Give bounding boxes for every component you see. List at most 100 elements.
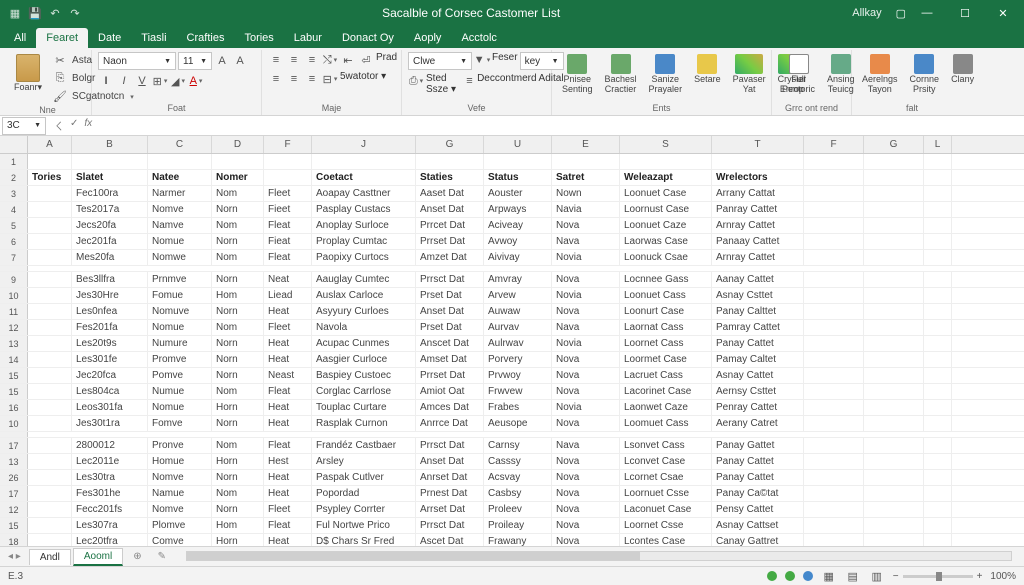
align-top-icon[interactable]: ≡ xyxy=(268,52,284,68)
cell[interactable] xyxy=(212,154,264,169)
cell[interactable] xyxy=(804,470,864,485)
cell[interactable]: Panay Cattet xyxy=(712,470,804,485)
cell[interactable] xyxy=(924,352,952,367)
cell[interactable]: Nova xyxy=(552,416,620,431)
insert-button[interactable]: Full Pentoric xyxy=(778,52,819,97)
row-header[interactable]: 13 xyxy=(0,336,28,351)
fx-icon[interactable]: fx xyxy=(84,118,92,133)
tab-date[interactable]: Date xyxy=(88,28,131,48)
cell[interactable]: Panay Ca©tat xyxy=(712,486,804,501)
align-center-icon[interactable]: ≡ xyxy=(286,71,302,87)
cell[interactable]: Asnay Cattet xyxy=(712,368,804,383)
cell[interactable]: Amset Dat xyxy=(416,352,484,367)
cell[interactable]: Anset Dat xyxy=(416,202,484,217)
tab-fearet[interactable]: Fearet xyxy=(36,28,88,48)
formula-input[interactable] xyxy=(98,117,1024,135)
cell[interactable]: Mes20fa xyxy=(72,250,148,265)
cell[interactable] xyxy=(924,250,952,265)
cell[interactable] xyxy=(924,272,952,287)
cell[interactable] xyxy=(264,154,312,169)
cell[interactable]: Loomuet Cass xyxy=(620,416,712,431)
cell[interactable]: Norn xyxy=(212,470,264,485)
cell[interactable]: Nomve xyxy=(148,470,212,485)
cell[interactable] xyxy=(864,454,924,469)
cell[interactable] xyxy=(804,154,864,169)
cell[interactable] xyxy=(28,272,72,287)
font-name-select[interactable]: Naon▼ xyxy=(98,52,176,70)
sum-button[interactable]: Aerelngs Tayon xyxy=(858,52,902,97)
align-left-icon[interactable]: ≡ xyxy=(268,71,284,87)
row-header[interactable]: 12 xyxy=(0,502,28,517)
cell[interactable] xyxy=(804,518,864,533)
cell[interactable]: Les804ca xyxy=(72,384,148,399)
cell[interactable]: Norn xyxy=(212,336,264,351)
cell[interactable] xyxy=(804,234,864,249)
cell[interactable]: Arnray Cattet xyxy=(712,218,804,233)
cell[interactable] xyxy=(804,186,864,201)
cell[interactable]: Aoapay Casttner xyxy=(312,186,416,201)
decrease-indent-icon[interactable]: ⇤ xyxy=(340,52,356,68)
cell[interactable]: Panay Cattet xyxy=(712,336,804,351)
cell[interactable]: Panay Cattet xyxy=(712,454,804,469)
col-header[interactable]: D xyxy=(212,136,264,153)
cell[interactable]: Comve xyxy=(148,534,212,546)
cell[interactable] xyxy=(148,154,212,169)
cell[interactable]: Lec20tfra xyxy=(72,534,148,546)
cell[interactable] xyxy=(924,400,952,415)
row-header[interactable]: 15 xyxy=(0,518,28,533)
cell[interactable]: Aeusope xyxy=(484,416,552,431)
tab-tories[interactable]: Tories xyxy=(234,28,283,48)
name-box[interactable]: 3C▼ xyxy=(2,117,46,135)
cell[interactable]: Heat xyxy=(264,336,312,351)
cell[interactable]: Prset Dat xyxy=(416,288,484,303)
cell[interactable] xyxy=(804,416,864,431)
cell[interactable]: Fleet xyxy=(264,186,312,201)
minimize-button[interactable]: — xyxy=(910,0,944,26)
row-header[interactable]: 2 xyxy=(0,170,28,185)
cell[interactable]: Narmer xyxy=(148,186,212,201)
cell[interactable] xyxy=(620,154,712,169)
cell[interactable]: Prrset Dat xyxy=(416,368,484,383)
cell[interactable]: Arsley xyxy=(312,454,416,469)
cell[interactable]: Frabes xyxy=(484,400,552,415)
cell[interactable] xyxy=(924,470,952,485)
cell[interactable]: Loormet Case xyxy=(620,352,712,367)
cell[interactable]: Les307ra xyxy=(72,518,148,533)
cell[interactable]: Nom xyxy=(212,438,264,453)
row-header[interactable]: 18 xyxy=(0,534,28,546)
cell[interactable]: Lsonvet Cass xyxy=(620,438,712,453)
cell[interactable]: Nova xyxy=(552,304,620,319)
cell[interactable]: Frawany xyxy=(484,534,552,546)
cell[interactable]: Norn xyxy=(212,352,264,367)
cell[interactable]: Neat xyxy=(264,272,312,287)
cell[interactable] xyxy=(804,202,864,217)
cell[interactable]: Horn xyxy=(212,454,264,469)
cell[interactable]: Laorwas Case xyxy=(620,234,712,249)
col-header[interactable]: J xyxy=(312,136,416,153)
row-header[interactable]: 10 xyxy=(0,416,28,431)
cell[interactable]: Satret xyxy=(552,170,620,185)
cell[interactable]: Liead xyxy=(264,288,312,303)
col-header[interactable]: U xyxy=(484,136,552,153)
cell[interactable]: Jec201fa xyxy=(72,234,148,249)
cell[interactable]: Leos301fa xyxy=(72,400,148,415)
status-dot-1[interactable] xyxy=(767,571,777,581)
cell[interactable] xyxy=(28,234,72,249)
cell[interactable]: Loonuet Case xyxy=(620,186,712,201)
cell[interactable]: Nova xyxy=(552,218,620,233)
cell[interactable]: Arvew xyxy=(484,288,552,303)
cell[interactable]: Staties xyxy=(416,170,484,185)
cell[interactable]: Loonuck Csae xyxy=(620,250,712,265)
cell[interactable]: Nomwe xyxy=(148,250,212,265)
cell[interactable] xyxy=(924,304,952,319)
tab-labur[interactable]: Labur xyxy=(284,28,332,48)
cell[interactable]: Lec2011e xyxy=(72,454,148,469)
cell[interactable]: Frwvew xyxy=(484,384,552,399)
cell[interactable]: Prnmve xyxy=(148,272,212,287)
cell[interactable] xyxy=(924,486,952,501)
tab-crafties[interactable]: Crafties xyxy=(177,28,235,48)
col-header[interactable]: T xyxy=(712,136,804,153)
cell[interactable]: Nomue xyxy=(148,320,212,335)
cell[interactable]: Namve xyxy=(148,218,212,233)
view-break-icon[interactable]: ▥ xyxy=(869,568,885,584)
